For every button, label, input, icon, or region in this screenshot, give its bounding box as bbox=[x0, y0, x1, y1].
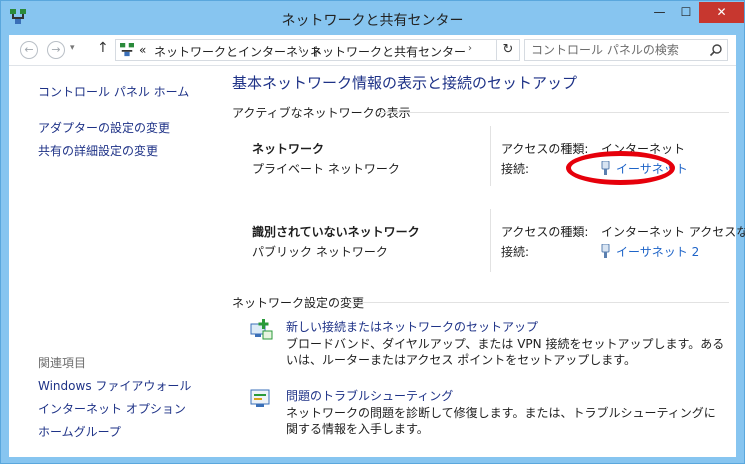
new-connection-icon bbox=[250, 319, 273, 340]
control-panel-home-link[interactable]: コントロール パネル ホーム bbox=[38, 83, 189, 100]
up-arrow-icon[interactable]: ↑ bbox=[97, 40, 109, 56]
network-name: 識別されていないネットワーク bbox=[252, 225, 420, 239]
title-bar[interactable]: ネットワークと共有センター — ☐ ✕ bbox=[1, 1, 744, 35]
advanced-sharing-settings-link[interactable]: 共有の詳細設定の変更 bbox=[38, 142, 158, 159]
divider bbox=[490, 126, 491, 186]
network-category-link[interactable]: プライベート ネットワーク bbox=[252, 160, 400, 177]
search-box bbox=[524, 39, 728, 61]
recent-locations-chevron-icon[interactable]: ▾ bbox=[70, 43, 75, 53]
network-name: ネットワーク bbox=[252, 142, 325, 156]
breadcrumb-item-sharing-center[interactable]: ネットワークと共有センター bbox=[310, 43, 466, 60]
divider bbox=[377, 112, 729, 113]
minimize-button[interactable]: — bbox=[646, 2, 673, 23]
change-adapter-settings-link[interactable]: アダプターの設定の変更 bbox=[38, 119, 170, 136]
window: ネットワークと共有センター — ☐ ✕ ← → ▾ ↑ « ネットワークとインタ… bbox=[0, 0, 745, 464]
content-area: コントロール パネル ホーム アダプターの設定の変更 共有の詳細設定の変更 関連… bbox=[9, 66, 745, 457]
troubleshoot-problems-link[interactable]: 問題のトラブルシューティング bbox=[286, 387, 453, 404]
search-icon[interactable] bbox=[709, 43, 723, 57]
breadcrumb-separator[interactable]: › bbox=[468, 43, 472, 54]
search-input[interactable] bbox=[531, 42, 701, 58]
access-type-label: アクセスの種類: bbox=[501, 142, 589, 156]
highlight-annotation bbox=[566, 151, 675, 185]
forward-arrow-icon[interactable]: → bbox=[47, 41, 65, 59]
setup-new-connection-link[interactable]: 新しい接続またはネットワークのセットアップ bbox=[286, 318, 538, 335]
maximize-button[interactable]: ☐ bbox=[673, 2, 699, 23]
connection-name[interactable]: イーサネット 2 bbox=[616, 245, 699, 259]
access-type-label: アクセスの種類: bbox=[501, 225, 589, 239]
divider bbox=[490, 209, 491, 272]
network-category-link[interactable]: パブリック ネットワーク bbox=[252, 243, 388, 260]
change-settings-heading: ネットワーク設定の変更 bbox=[232, 296, 365, 310]
troubleshoot-icon bbox=[250, 389, 270, 407]
back-arrow-icon[interactable]: ← bbox=[20, 41, 38, 59]
connection-label: 接続: bbox=[501, 245, 530, 259]
setup-new-connection-description: ブロードバンド、ダイヤルアップ、または VPN 接続をセットアップします。あるい… bbox=[286, 337, 725, 367]
page-title: 基本ネットワーク情報の表示と接続のセットアップ bbox=[232, 74, 578, 92]
related-heading: 関連項目 bbox=[38, 356, 87, 370]
access-type-value: インターネット アクセスなし bbox=[601, 225, 745, 239]
refresh-icon[interactable]: ↻ bbox=[496, 39, 520, 61]
breadcrumb-item-network-internet[interactable]: ネットワークとインターネット bbox=[154, 43, 322, 60]
internet-options-link[interactable]: インターネット オプション bbox=[38, 400, 186, 417]
close-button[interactable]: ✕ bbox=[699, 2, 744, 23]
troubleshoot-problems-description: ネットワークの問題を診断して修復します。または、トラブルシューティングに関する情… bbox=[286, 406, 716, 436]
window-title: ネットワークと共有センター bbox=[281, 13, 464, 29]
windows-firewall-link[interactable]: Windows ファイアウォール bbox=[38, 377, 191, 394]
network-center-icon bbox=[120, 43, 134, 57]
address-bar: ← → ▾ ↑ « ネットワークとインターネット › ネットワークと共有センター… bbox=[9, 35, 736, 66]
breadcrumb[interactable]: « ネットワークとインターネット › ネットワークと共有センター › bbox=[115, 39, 497, 61]
ethernet-2-connection-link[interactable]: イーサネット 2 bbox=[601, 243, 699, 260]
breadcrumb-separator[interactable]: › bbox=[298, 43, 302, 54]
divider bbox=[349, 302, 729, 303]
breadcrumb-overflow[interactable]: « bbox=[139, 43, 146, 57]
connection-label: 接続: bbox=[501, 162, 530, 176]
ethernet-plug-icon bbox=[601, 244, 610, 258]
homegroup-link[interactable]: ホームグループ bbox=[38, 423, 121, 440]
